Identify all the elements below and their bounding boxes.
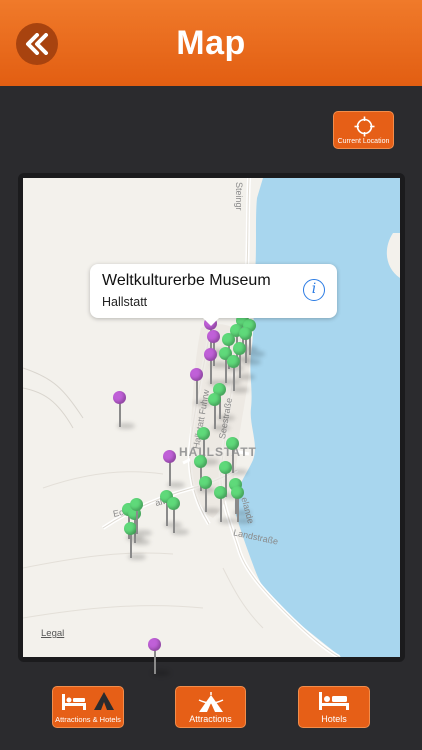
- pin-head: [199, 476, 212, 489]
- pin-head: [113, 391, 126, 404]
- pin-stem: [154, 650, 156, 674]
- tab-attractions[interactable]: Attractions: [175, 686, 246, 728]
- map-pin-attraction[interactable]: [227, 355, 241, 393]
- pin-stem: [214, 405, 216, 429]
- town-label: HALLSTATT: [179, 445, 257, 459]
- callout-title: Weltkulturerbe Museum: [102, 272, 271, 289]
- pin-head: [194, 455, 207, 468]
- map-pin-attraction[interactable]: [130, 498, 144, 536]
- map-pin-selected[interactable]: [163, 450, 177, 488]
- tab-attractions-hotels[interactable]: Attractions & Hotels: [52, 686, 124, 728]
- pin-head: [197, 427, 210, 440]
- pin-stem: [233, 367, 235, 391]
- pin-head: [167, 497, 180, 510]
- pin-head: [148, 638, 161, 651]
- header-bar: Map: [0, 0, 422, 86]
- map-pin-selected[interactable]: [204, 348, 218, 386]
- pin-head: [239, 327, 252, 340]
- pin-stem: [205, 488, 207, 512]
- pin-stem: [196, 380, 198, 404]
- pin-head: [190, 368, 203, 381]
- pin-head: [227, 355, 240, 368]
- map-pin-attraction[interactable]: [208, 393, 222, 431]
- tab-attractions-hotels-label: Attractions & Hotels: [55, 715, 121, 724]
- pin-head: [226, 437, 239, 450]
- tab-hotels-label: Hotels: [321, 714, 347, 724]
- pin-stem: [210, 360, 212, 384]
- pin-stem: [136, 510, 138, 534]
- pin-head: [130, 498, 143, 511]
- pin-stem: [220, 498, 222, 522]
- map-pin-attraction[interactable]: [231, 486, 245, 524]
- current-location-button[interactable]: Current Location: [333, 111, 394, 149]
- pin-head: [163, 450, 176, 463]
- map-callout[interactable]: Weltkulturerbe Museum Hallstatt i: [90, 264, 337, 326]
- pin-stem: [237, 498, 239, 522]
- pin-head: [208, 393, 221, 406]
- legal-link[interactable]: Legal: [41, 628, 64, 639]
- pin-head: [219, 461, 232, 474]
- pin-head: [231, 486, 244, 499]
- map-pin-selected[interactable]: [148, 638, 162, 676]
- map-pin-selected[interactable]: [190, 368, 204, 406]
- map-pin-selected[interactable]: [113, 391, 127, 429]
- map-pin-attraction[interactable]: [167, 497, 181, 535]
- pin-stem: [173, 509, 175, 533]
- pin-stem: [119, 403, 121, 427]
- pin-head: [233, 342, 246, 355]
- pin-stem: [130, 534, 132, 558]
- bed-and-tent-icon: [62, 692, 114, 710]
- bed-icon: [319, 692, 349, 710]
- current-location-label: Current Location: [337, 138, 390, 145]
- page-title: Map: [176, 24, 246, 62]
- street-label-steingr: Steingr: [234, 182, 244, 211]
- tab-attractions-label: Attractions: [189, 714, 232, 724]
- info-icon[interactable]: i: [303, 279, 325, 301]
- pin-head: [207, 330, 220, 343]
- pin-head: [214, 486, 227, 499]
- callout-subtitle: Hallstatt: [102, 295, 148, 309]
- tab-hotels[interactable]: Hotels: [298, 686, 370, 728]
- map-pin-attraction[interactable]: [199, 476, 213, 514]
- tent-icon: [198, 692, 223, 712]
- crosshair-icon: [354, 116, 375, 137]
- pin-stem: [169, 462, 171, 486]
- pin-head: [204, 348, 217, 361]
- map-pin-attraction[interactable]: [214, 486, 228, 524]
